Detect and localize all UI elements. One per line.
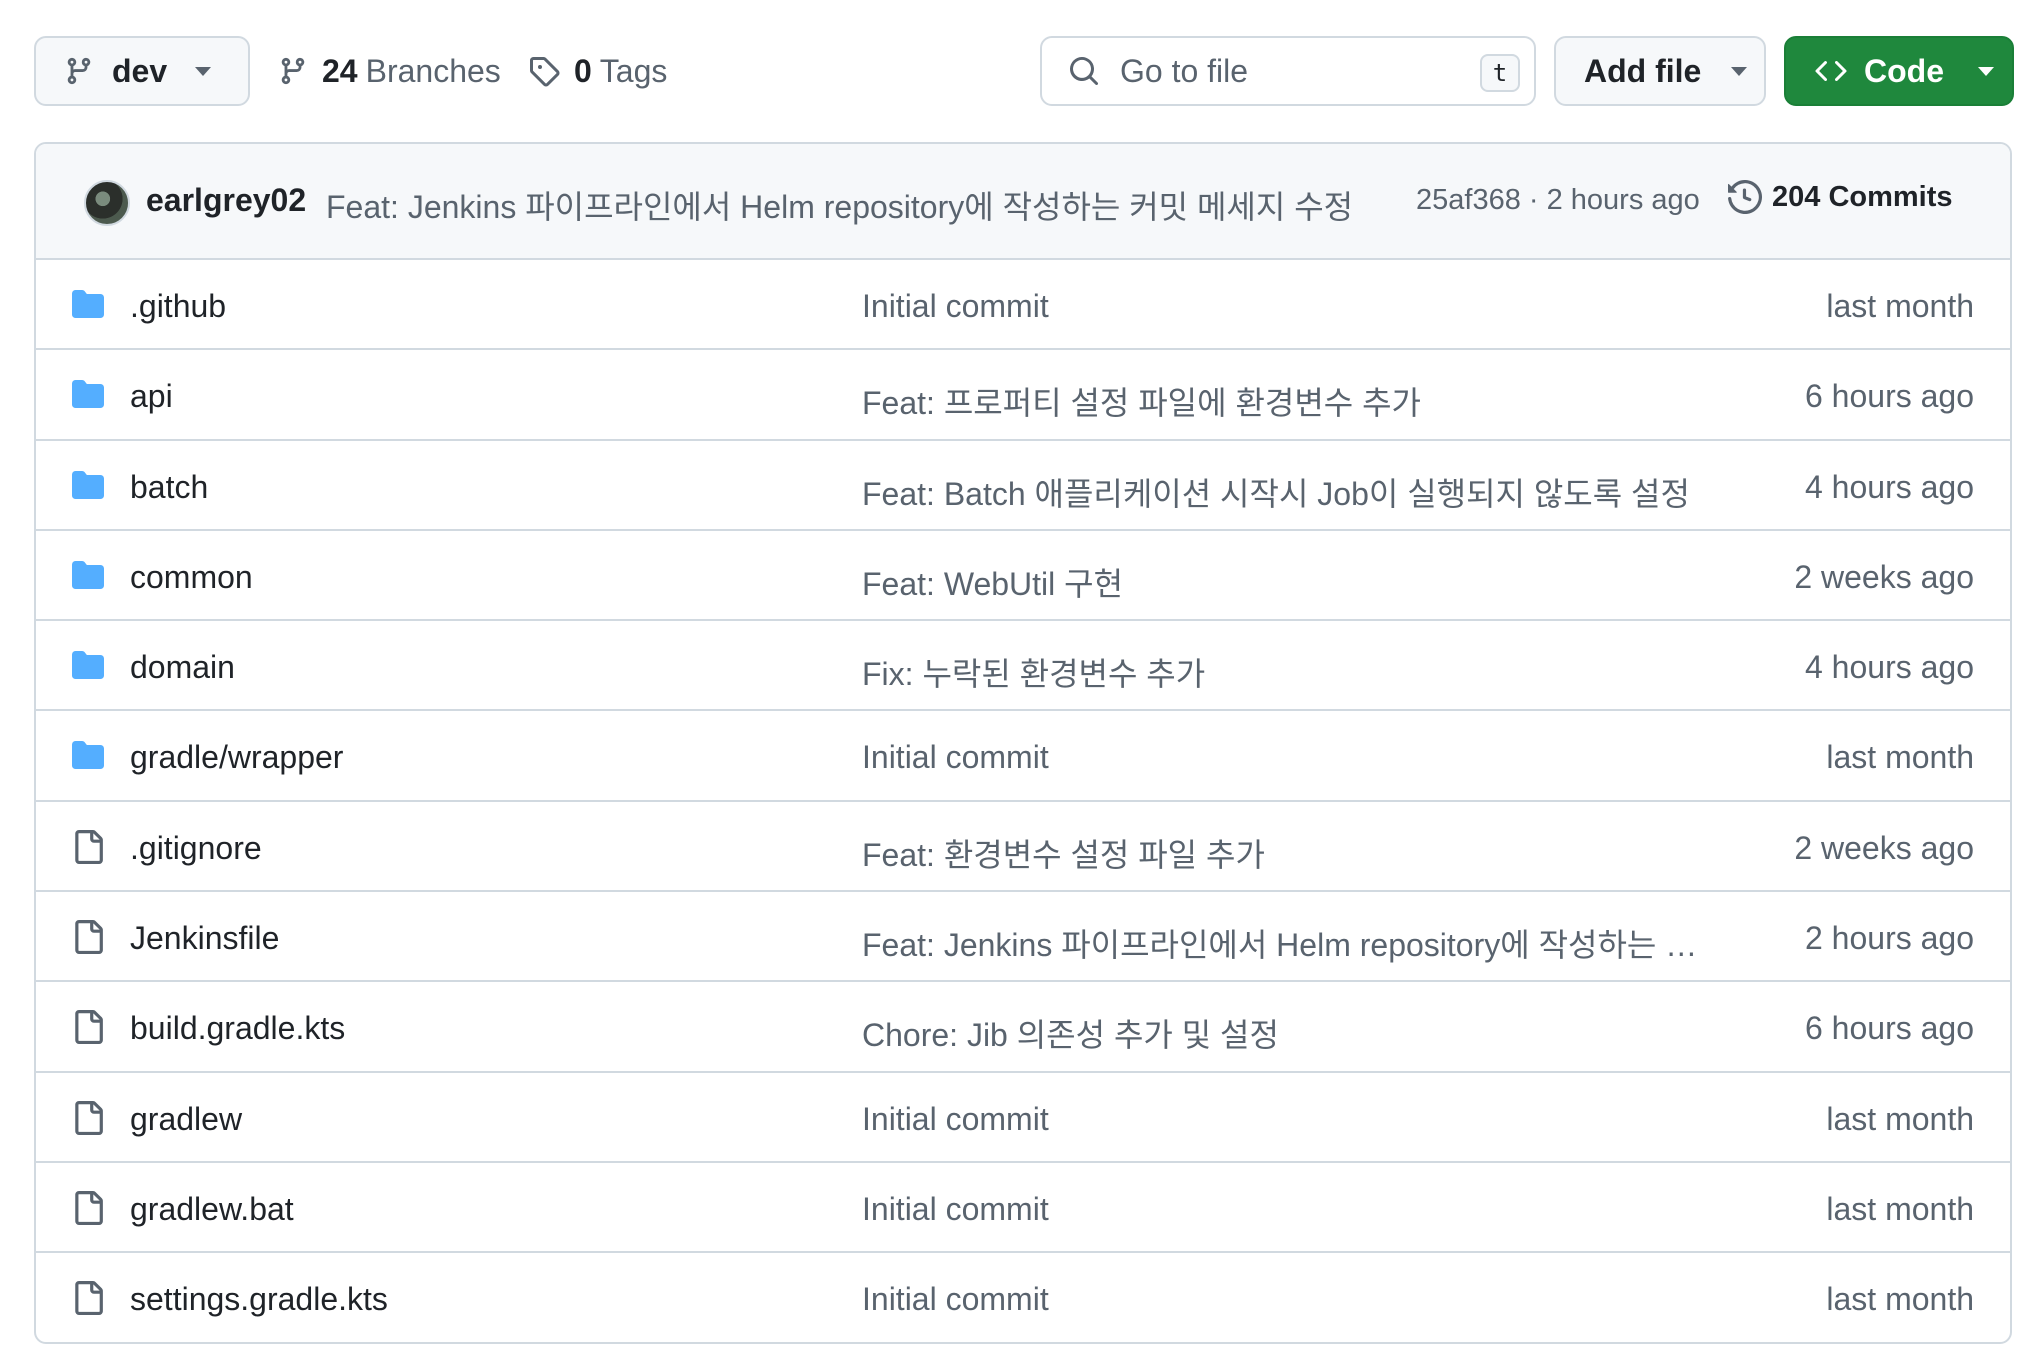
- file-commit-message-link[interactable]: Fix: 누락된 환경변수 추가: [862, 649, 1722, 695]
- table-row[interactable]: build.gradle.kts Chore: Jib 의존성 추가 및 설정 6 …: [36, 982, 2010, 1073]
- file-commit-message-link[interactable]: Feat: 환경변수 설정 파일 추가: [862, 830, 1722, 876]
- git-branch-icon: [281, 57, 305, 85]
- file-commit-message-link[interactable]: Feat: WebUtil 구현: [862, 559, 1722, 605]
- file-commit-age: 6 hours ago: [1804, 378, 1974, 415]
- tags-link[interactable]: 0 Tags: [528, 36, 667, 106]
- folder-icon: [70, 649, 106, 681]
- file-icon: [70, 1190, 106, 1225]
- code-button[interactable]: Code: [1784, 36, 2014, 106]
- table-row[interactable]: gradlew.bat Initial commit last month: [36, 1163, 2010, 1254]
- branch-selector-button[interactable]: dev: [34, 36, 250, 106]
- file-icon: [70, 1281, 106, 1316]
- table-row[interactable]: common Feat: WebUtil 구현 2 weeks ago: [36, 531, 2010, 622]
- file-name-link[interactable]: api: [130, 378, 173, 415]
- chevron-down-icon: [1978, 66, 1994, 76]
- file-name-link[interactable]: common: [130, 559, 253, 596]
- table-row[interactable]: domain Fix: 누락된 환경변수 추가 4 hours ago: [36, 621, 2010, 712]
- folder-icon: [70, 559, 106, 591]
- file-commit-age: 4 hours ago: [1804, 468, 1974, 505]
- file-commit-message-link[interactable]: Initial commit: [862, 739, 1722, 776]
- file-commit-message-link[interactable]: Feat: Jenkins 파이프라인에서 Helm repository에 작…: [862, 920, 1722, 966]
- avatar[interactable]: [84, 180, 130, 226]
- add-file-button[interactable]: Add file: [1554, 36, 1766, 106]
- file-commit-age: last month: [1826, 739, 1974, 776]
- commit-author[interactable]: earlgrey02: [146, 182, 306, 219]
- folder-icon: [70, 378, 106, 410]
- tags-count: 0: [574, 52, 592, 89]
- add-file-label: Add file: [1584, 52, 1702, 89]
- file-commit-age: last month: [1826, 1190, 1974, 1227]
- file-commit-message-link[interactable]: Initial commit: [862, 288, 1722, 325]
- file-name-link[interactable]: gradlew.bat: [130, 1191, 294, 1228]
- table-row[interactable]: gradlew Initial commit last month: [36, 1073, 2010, 1163]
- keyboard-shortcut-hint: t: [1480, 54, 1520, 92]
- file-commit-age: 2 weeks ago: [1794, 558, 1974, 595]
- latest-commit-bar: earlgrey02 Feat: Jenkins 파이프라인에서 Helm re…: [36, 144, 2010, 260]
- folder-icon: [70, 739, 106, 771]
- go-to-file-input[interactable]: Go to file t: [1040, 36, 1536, 106]
- file-commit-age: last month: [1826, 1281, 1974, 1318]
- commit-hash-time[interactable]: 25af368 · 2 hours ago: [1416, 184, 1700, 217]
- code-label: Code: [1864, 52, 1944, 89]
- tag-icon: [530, 57, 560, 87]
- file-icon: [70, 1010, 106, 1045]
- file-commit-age: 6 hours ago: [1804, 1010, 1974, 1047]
- branches-link[interactable]: 24 Branches: [278, 36, 501, 106]
- file-commit-message-link[interactable]: Initial commit: [862, 1281, 1722, 1318]
- table-row[interactable]: gradle/wrapper Initial commit last month: [36, 711, 2010, 802]
- branches-label: Branches: [365, 52, 501, 89]
- table-row[interactable]: api Feat: 프로퍼티 설정 파일에 환경변수 추가 6 hours ago: [36, 350, 2010, 441]
- tags-label: Tags: [599, 52, 668, 89]
- file-icon: [70, 1100, 106, 1135]
- file-name-link[interactable]: build.gradle.kts: [130, 1010, 345, 1047]
- search-icon: [1070, 57, 1099, 86]
- table-row[interactable]: settings.gradle.kts Initial commit last mo…: [36, 1253, 2010, 1342]
- commits-count-label: 204 Commits: [1772, 180, 1953, 213]
- file-commit-age: 4 hours ago: [1804, 649, 1974, 686]
- repo-toolbar: dev 24 Branches 0 Tags Go to file t Add …: [34, 36, 2014, 108]
- folder-icon: [70, 469, 106, 501]
- file-commit-age: 2 weeks ago: [1794, 829, 1974, 866]
- file-name-link[interactable]: .github: [130, 288, 226, 325]
- file-list: .github Initial commit last month api Feat: …: [36, 260, 2010, 1342]
- folder-icon: [70, 288, 106, 320]
- table-row[interactable]: Jenkinsfile Feat: Jenkins 파이프라인에서 Helm re…: [36, 892, 2010, 983]
- file-name-link[interactable]: gradle/wrapper: [130, 739, 343, 776]
- file-commit-age: last month: [1826, 288, 1974, 324]
- file-name-link[interactable]: .gitignore: [130, 830, 262, 867]
- file-table: earlgrey02 Feat: Jenkins 파이프라인에서 Helm re…: [34, 142, 2012, 1344]
- history-icon: [1728, 180, 1762, 214]
- table-row[interactable]: .gitignore Feat: 환경변수 설정 파일 추가 2 weeks ago: [36, 802, 2010, 893]
- chevron-down-icon: [195, 66, 212, 76]
- search-placeholder: Go to file: [1120, 52, 1249, 89]
- file-commit-age: last month: [1826, 1100, 1974, 1137]
- file-commit-age: 2 hours ago: [1804, 920, 1974, 957]
- file-commit-message-link[interactable]: Feat: Batch 애플리케이션 시작시 Job이 실행되지 않도록 설정: [862, 469, 1722, 515]
- file-icon: [70, 829, 106, 864]
- file-commit-message-link[interactable]: Feat: 프로퍼티 설정 파일에 환경변수 추가: [862, 378, 1722, 424]
- commits-history-link[interactable]: 204 Commits: [1728, 180, 1953, 214]
- latest-commit-message[interactable]: Feat: Jenkins 파이프라인에서 Helm repository에 작…: [326, 182, 1353, 228]
- file-name-link[interactable]: Jenkinsfile: [130, 920, 279, 957]
- file-name-link[interactable]: gradlew: [130, 1101, 242, 1138]
- table-row[interactable]: .github Initial commit last month: [36, 260, 2010, 351]
- file-name-link[interactable]: batch: [130, 469, 208, 506]
- branch-name: dev: [112, 52, 168, 89]
- file-icon: [70, 920, 106, 955]
- file-commit-message-link[interactable]: Initial commit: [862, 1191, 1722, 1228]
- file-commit-message-link[interactable]: Initial commit: [862, 1101, 1722, 1138]
- table-row[interactable]: batch Feat: Batch 애플리케이션 시작시 Job이 실행되지 않도…: [36, 441, 2010, 531]
- file-name-link[interactable]: settings.gradle.kts: [130, 1281, 388, 1318]
- chevron-down-icon: [1731, 66, 1748, 76]
- code-icon: [1815, 60, 1847, 82]
- file-name-link[interactable]: domain: [130, 649, 235, 686]
- file-commit-message-link[interactable]: Chore: Jib 의존성 추가 및 설정: [862, 1010, 1722, 1056]
- branches-count: 24: [322, 52, 358, 89]
- git-branch-icon: [67, 57, 91, 85]
